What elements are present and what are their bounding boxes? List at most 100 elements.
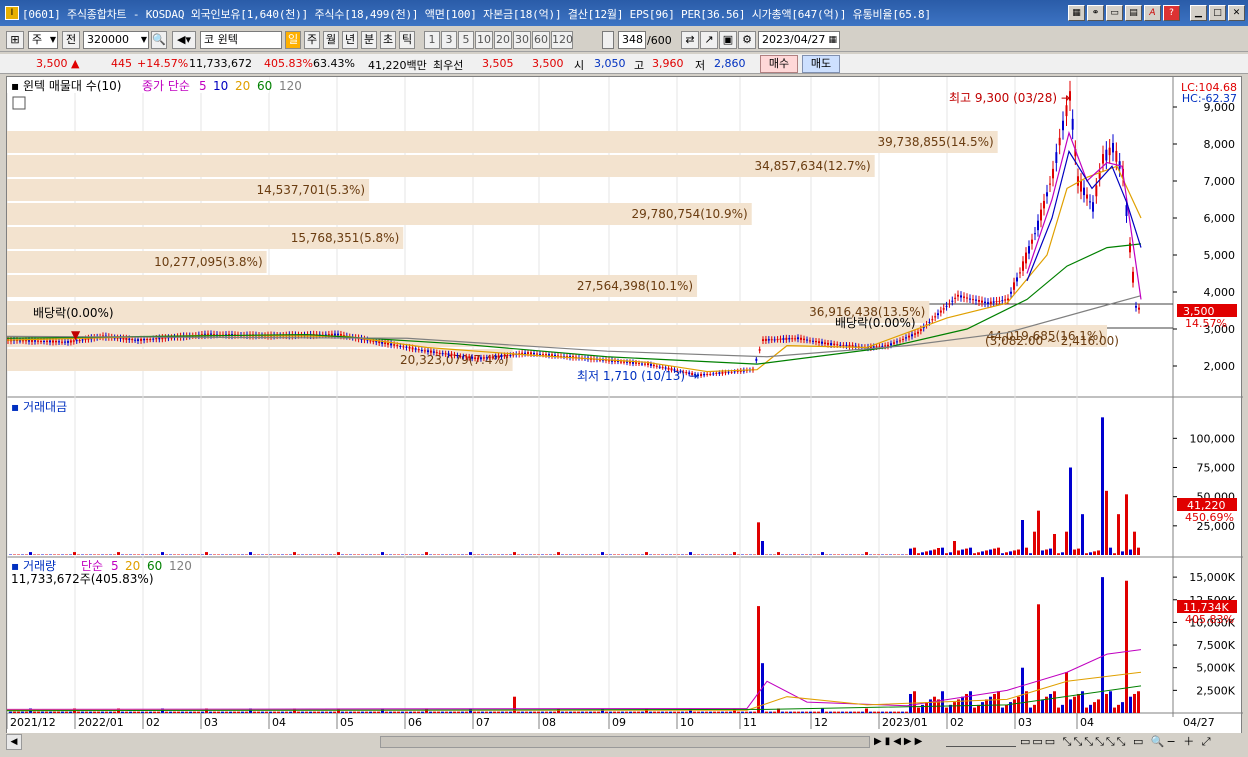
speaker-icon[interactable]: ◀▾ [172, 31, 196, 49]
settings-icon[interactable]: ⚙ [738, 31, 756, 49]
candle-body [733, 371, 736, 373]
candle-body [1040, 209, 1042, 221]
volume-bar [797, 711, 800, 713]
volume-bar [33, 711, 36, 713]
minute-30[interactable]: 30 [513, 31, 531, 49]
volume-bar [481, 711, 484, 713]
line-chart-icon[interactable]: ↗ [700, 31, 718, 49]
candle-body [1013, 282, 1015, 290]
buy-button[interactable]: 매수 [760, 55, 798, 73]
minute-20[interactable]: 20 [494, 31, 512, 49]
volume-bar [385, 711, 388, 713]
volume-bar [729, 711, 732, 713]
volume-bar [397, 711, 400, 713]
interval-2[interactable]: 월 [323, 31, 339, 49]
minute-5[interactable]: 5 [458, 31, 474, 49]
period-select-value: 주 [32, 33, 43, 46]
minute-60[interactable]: 60 [532, 31, 550, 49]
volume-bar [841, 711, 844, 713]
interval-6[interactable]: 틱 [399, 31, 415, 49]
font-icon[interactable]: A [1144, 5, 1161, 21]
volume-bar [945, 707, 948, 713]
volume-bar [677, 711, 680, 713]
count-input[interactable]: 348 [618, 31, 646, 49]
scroll-left-icon[interactable]: ◀ [6, 734, 22, 750]
price-tick-label: 6,000 [1204, 212, 1236, 225]
volume-bar [853, 711, 856, 713]
amount-bar [1077, 548, 1080, 555]
best-label: 최우선 [433, 59, 464, 72]
scroll-bar[interactable]: ◀ ▶▮◀▶▶ ▭▭▭ ⤡⤡⤡⤡⤡⤡ ▭ 🔍− ＋ ⤢ [0, 733, 1248, 751]
candle-body [902, 338, 904, 340]
playback-controls[interactable]: ▶▮◀▶▶ [874, 734, 942, 750]
volume-bar [805, 711, 808, 713]
interval-0[interactable]: 일 [285, 31, 301, 49]
candle-body [767, 339, 770, 341]
volume-profile-label: 15,768,351(5.8%) [291, 231, 400, 245]
candle-body [402, 346, 405, 348]
candle-body [1001, 300, 1004, 302]
ma-period-5: 5 [199, 79, 207, 93]
chart-type-icon[interactable]: ⊞ [6, 31, 24, 49]
amount-bar [929, 550, 932, 555]
volume-bar [837, 711, 840, 713]
amount-bar [1093, 551, 1096, 555]
volume-bar [545, 711, 548, 713]
candle-body [1049, 183, 1051, 185]
zoom-slider[interactable] [946, 737, 1016, 747]
volume-pct: 405.83% [264, 57, 313, 70]
minute-10[interactable]: 10 [475, 31, 493, 49]
link-icon[interactable]: ⚭ [1087, 5, 1104, 21]
table-icon [12, 96, 26, 110]
interval-1[interactable]: 주 [304, 31, 320, 49]
interval-5[interactable]: 초 [380, 31, 396, 49]
search-icon[interactable]: 🔍 [151, 31, 167, 49]
period-select[interactable]: 주 ▼ [28, 31, 58, 49]
date-input[interactable]: 2023/04/27 ▦ [758, 31, 840, 49]
x-axis-label: 04 [1080, 716, 1094, 729]
candle-body [824, 342, 826, 344]
dividend-label-2: 배당락(0.00%) [835, 316, 916, 330]
print-icon[interactable]: ▤ [1125, 5, 1142, 21]
minute-3[interactable]: 3 [441, 31, 457, 49]
candle-body [43, 340, 45, 342]
tool-icons[interactable]: ▭▭▭ ⤡⤡⤡⤡⤡⤡ ▭ 🔍− ＋ ⤢ [1020, 734, 1240, 750]
interval-4[interactable]: 분 [361, 31, 377, 49]
volume-bar [9, 711, 12, 713]
stock-name-field[interactable]: 코 윈텍 [200, 31, 282, 49]
window-icon[interactable]: ▭ [1106, 5, 1123, 21]
code-input[interactable]: 320000 ▼ [83, 31, 149, 49]
volume-bar [253, 711, 256, 713]
maximize-icon[interactable]: □ [1209, 5, 1226, 21]
minute-120[interactable]: 120 [551, 31, 573, 49]
volume-bar [473, 711, 476, 713]
amount-bar [1037, 510, 1040, 555]
volume-title: ▪ 거래량 [11, 559, 56, 573]
volume-bar [1049, 693, 1052, 713]
volume-bar [833, 711, 836, 713]
minute-1[interactable]: 1 [424, 31, 440, 49]
prev-button[interactable]: 전 [62, 31, 80, 49]
minute-dropdown[interactable] [602, 31, 614, 49]
candle-body [372, 340, 375, 342]
chart-area[interactable]: 39,738,855(14.5%) 34,857,634(12.7%) 14,537… [6, 76, 1243, 735]
candle-body [833, 343, 836, 346]
candle-body [809, 340, 811, 342]
volume-bar [593, 711, 596, 713]
scroll-thumb[interactable] [380, 736, 870, 748]
minimize-icon[interactable]: ▁ [1190, 5, 1207, 21]
save-icon[interactable]: ▣ [719, 31, 737, 49]
candle-body [939, 310, 942, 313]
layout-icon[interactable]: ▦ [1068, 5, 1085, 21]
candle-body [411, 347, 414, 350]
candle-body [533, 352, 535, 355]
close-icon[interactable]: ✕ [1228, 5, 1245, 21]
interval-3[interactable]: 년 [342, 31, 358, 49]
stock-chart[interactable]: 39,738,855(14.5%) 34,857,634(12.7%) 14,537… [6, 77, 1243, 735]
sell-button[interactable]: 매도 [802, 55, 840, 73]
help-icon[interactable]: ? [1163, 5, 1180, 21]
swap-icon[interactable]: ⇄ [681, 31, 699, 49]
candle-body [770, 339, 773, 341]
candle-body [914, 333, 916, 335]
volume-bar [285, 711, 288, 713]
